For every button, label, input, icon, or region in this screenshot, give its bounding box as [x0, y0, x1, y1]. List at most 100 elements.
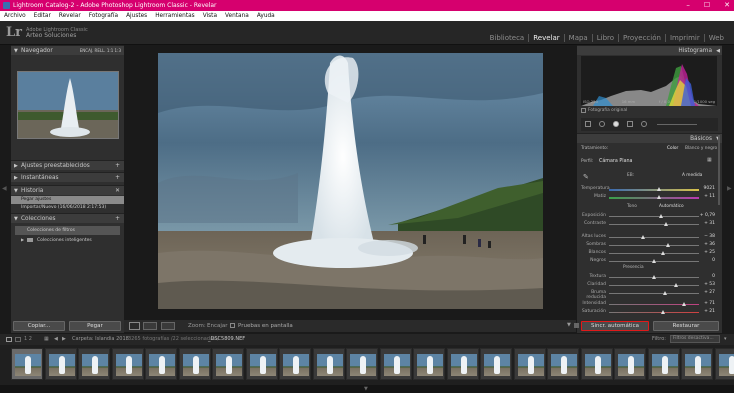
- module-revelar[interactable]: Revelar: [528, 34, 563, 42]
- loupe-view-icon[interactable]: [129, 322, 140, 330]
- slider-value[interactable]: + 53: [704, 282, 715, 287]
- slider-track[interactable]: [609, 259, 699, 263]
- filter-lock-icon[interactable]: ▾: [724, 336, 727, 342]
- histogram-header[interactable]: Histograma ◀: [577, 45, 722, 55]
- auto-tone-button[interactable]: Automático: [659, 204, 684, 209]
- slider-track[interactable]: [609, 291, 699, 295]
- slider-track[interactable]: [609, 187, 699, 191]
- slider-value[interactable]: 0: [712, 258, 715, 263]
- filter-select[interactable]: Filtros desactiva...: [670, 335, 720, 343]
- zoom-value[interactable]: Encajar: [207, 323, 228, 329]
- slider-knob[interactable]: [663, 222, 668, 226]
- menu-editar[interactable]: Editar: [34, 13, 51, 19]
- slider-knob[interactable]: [659, 214, 664, 218]
- snapshots-header[interactable]: ▶ Instantáneas +: [11, 172, 124, 182]
- navigator-thumbnail[interactable]: [17, 71, 119, 139]
- history-item[interactable]: Importar/Nuevo (16/06/2018 2:17:53): [11, 204, 124, 212]
- slider-value[interactable]: + 36: [704, 242, 715, 247]
- module-imprimir[interactable]: Imprimir: [664, 34, 704, 42]
- filmstrip[interactable]: [0, 345, 734, 385]
- slider-value[interactable]: 9021: [704, 186, 715, 191]
- filmstrip-thumbnail[interactable]: [279, 348, 311, 380]
- folder-path[interactable]: Carpeta: Islandia 2018: [72, 336, 129, 342]
- menu-ventana[interactable]: Ventana: [225, 13, 249, 19]
- filmstrip-thumbnail[interactable]: [44, 348, 77, 380]
- slider-track[interactable]: [609, 222, 699, 226]
- filmstrip-thumbnail[interactable]: [312, 348, 345, 380]
- menu-revelar[interactable]: Revelar: [59, 13, 81, 19]
- filmstrip-thumbnail[interactable]: [614, 348, 646, 380]
- menu-vista[interactable]: Vista: [203, 13, 217, 19]
- crop-tool-icon[interactable]: [585, 121, 591, 127]
- add-collection-icon[interactable]: +: [115, 214, 120, 224]
- before-after-icon[interactable]: [143, 322, 157, 330]
- spot-removal-icon[interactable]: [599, 121, 605, 127]
- navigator-header[interactable]: ▼ Navegador ENCAJ. RELL. 1:1 1:3: [11, 45, 124, 55]
- navigator-zoom-options[interactable]: ENCAJ. RELL. 1:1 1:3: [80, 46, 121, 56]
- filmstrip-thumbnail[interactable]: [513, 348, 546, 380]
- paste-button[interactable]: Pegar: [69, 321, 121, 331]
- history-header[interactable]: ▼ Historia ✕: [11, 185, 124, 195]
- module-proyeccion[interactable]: Proyección: [618, 34, 665, 42]
- slider-value[interactable]: + 21: [704, 309, 715, 314]
- slider-value[interactable]: + 31: [704, 221, 715, 226]
- menu-herramientas[interactable]: Herramientas: [155, 13, 195, 19]
- slider-value[interactable]: + 27: [704, 290, 715, 295]
- collections-header[interactable]: ▼ Colecciones +: [11, 213, 124, 223]
- toolbar-menu-icon[interactable]: ▼: [567, 322, 571, 328]
- eyedropper-icon[interactable]: ✎: [583, 173, 589, 181]
- slider-track[interactable]: [609, 243, 699, 247]
- slider-knob[interactable]: [662, 291, 667, 295]
- slider-value[interactable]: − 38: [704, 234, 715, 239]
- menu-ayuda[interactable]: Ayuda: [257, 13, 275, 19]
- basic-header[interactable]: Básicos ▼: [577, 133, 722, 143]
- maximize-button[interactable]: ☐: [704, 0, 710, 11]
- slider-value[interactable]: + 11: [704, 194, 715, 199]
- collection-item-smart[interactable]: ▶ Colecciones inteligentes: [15, 236, 120, 245]
- slider-track[interactable]: [609, 310, 699, 314]
- slider-track[interactable]: [609, 195, 699, 199]
- slider-knob[interactable]: [652, 259, 656, 263]
- slider-knob[interactable]: [661, 310, 665, 314]
- slider-value[interactable]: + 0,79: [700, 213, 715, 218]
- filmstrip-toggle-icon[interactable]: ▼: [364, 386, 368, 392]
- add-snapshot-icon[interactable]: +: [115, 173, 120, 183]
- radial-filter-icon[interactable]: [641, 121, 647, 127]
- slider-value[interactable]: + 25: [704, 250, 715, 255]
- right-panel-toggle-icon[interactable]: ▶: [727, 185, 732, 192]
- slider-track[interactable]: [609, 275, 699, 279]
- slider-track[interactable]: [609, 235, 699, 239]
- slider-value[interactable]: + 71: [704, 301, 715, 306]
- filmstrip-thumbnail[interactable]: [413, 348, 445, 380]
- red-eye-icon[interactable]: [613, 121, 619, 127]
- minimize-button[interactable]: –: [686, 0, 690, 11]
- filmstrip-thumbnail[interactable]: [78, 348, 110, 380]
- filmstrip-thumbnail[interactable]: [145, 348, 177, 380]
- profile-browser-icon[interactable]: ▦: [707, 157, 712, 163]
- main-photo[interactable]: [158, 53, 543, 309]
- auto-sync-button[interactable]: Sincr. automática: [581, 321, 649, 331]
- module-mapa[interactable]: Mapa: [563, 34, 592, 42]
- sync-switch-icon[interactable]: [574, 323, 579, 328]
- slider-knob[interactable]: [652, 275, 656, 279]
- page-2-icon[interactable]: [15, 337, 21, 342]
- history-item-selected[interactable]: Pegar ajustes: [11, 196, 124, 204]
- filmstrip-thumbnail[interactable]: [346, 348, 378, 380]
- add-preset-icon[interactable]: +: [115, 161, 120, 171]
- filmstrip-thumbnail[interactable]: [111, 348, 144, 380]
- slider-knob[interactable]: [673, 283, 678, 287]
- filmstrip-thumbnail[interactable]: [580, 348, 613, 380]
- proof-checkbox[interactable]: [230, 323, 235, 328]
- slider-knob[interactable]: [661, 251, 665, 255]
- clear-history-icon[interactable]: ✕: [115, 186, 120, 196]
- graduated-filter-icon[interactable]: [627, 121, 633, 127]
- histogram[interactable]: ISO 250 16 mm f / 8,0 1/1000 seg: [581, 56, 717, 106]
- filmstrip-thumbnail[interactable]: [245, 348, 278, 380]
- filmstrip-thumbnail[interactable]: [212, 348, 244, 380]
- presets-header[interactable]: ▶ Ajustes preestablecidos +: [11, 160, 124, 170]
- close-button[interactable]: ✕: [724, 0, 730, 11]
- treatment-bw[interactable]: Blanco y negro: [685, 146, 717, 151]
- module-biblioteca[interactable]: Biblioteca: [486, 34, 529, 42]
- copy-button[interactable]: Copiar...: [13, 321, 65, 331]
- brush-slider-icon[interactable]: [657, 124, 697, 125]
